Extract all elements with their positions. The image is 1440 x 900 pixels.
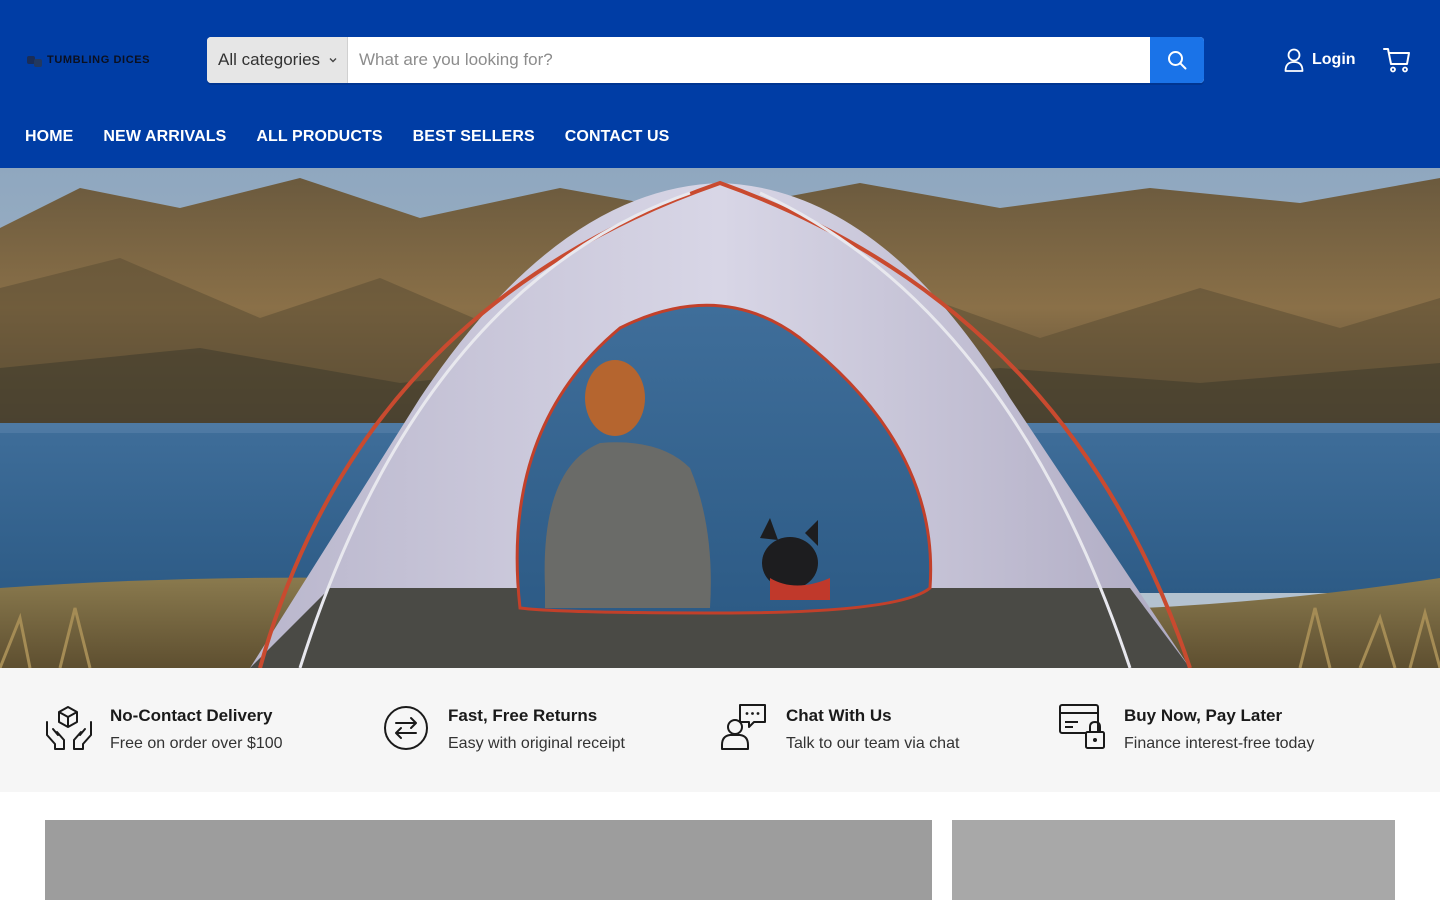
login-link[interactable]: Login bbox=[1284, 47, 1356, 73]
promo-image-small[interactable] bbox=[952, 820, 1395, 900]
nav-contact-us[interactable]: CONTACT US bbox=[565, 128, 670, 146]
category-select-value: All categories bbox=[218, 50, 321, 69]
logo-text: TUMBLING DICES bbox=[47, 54, 151, 66]
feature-fast-free-returns: Fast, Free Returns Easy with original re… bbox=[382, 702, 625, 753]
feature-title: No-Contact Delivery bbox=[110, 706, 273, 725]
feature-subtitle: Easy with original receipt bbox=[448, 735, 625, 752]
feature-title: Chat With Us bbox=[786, 706, 892, 725]
search-input[interactable] bbox=[348, 37, 1150, 83]
feature-title: Fast, Free Returns bbox=[448, 706, 598, 725]
nav-new-arrivals[interactable]: NEW ARRIVALS bbox=[103, 128, 226, 146]
feature-title: Buy Now, Pay Later bbox=[1124, 706, 1283, 725]
features-bar: No-Contact Delivery Free on order over $… bbox=[0, 668, 1440, 792]
hero-banner[interactable] bbox=[0, 168, 1440, 668]
nav-all-products[interactable]: ALL PRODUCTS bbox=[256, 128, 382, 146]
store-logo[interactable]: TUMBLING DICES bbox=[27, 50, 150, 70]
feature-no-contact-delivery: No-Contact Delivery Free on order over $… bbox=[44, 702, 283, 753]
user-icon bbox=[1284, 48, 1304, 72]
returns-arrows-icon bbox=[384, 706, 428, 750]
hero-image bbox=[0, 168, 1440, 668]
login-label: Login bbox=[1312, 51, 1356, 68]
nav-home[interactable]: HOME bbox=[25, 128, 73, 146]
category-select[interactable]: All categories bbox=[207, 37, 348, 83]
search-button[interactable] bbox=[1150, 37, 1204, 83]
cart-icon bbox=[1383, 48, 1410, 73]
search-icon bbox=[1168, 51, 1187, 70]
nav-best-sellers[interactable]: BEST SELLERS bbox=[413, 128, 535, 146]
feature-buy-now-pay-later: Buy Now, Pay Later Finance interest-free… bbox=[1058, 702, 1314, 753]
main-nav: HOME NEW ARRIVALS ALL PRODUCTS BEST SELL… bbox=[25, 128, 699, 146]
chevron-down-icon bbox=[329, 58, 337, 63]
search-bar: All categories bbox=[207, 37, 1204, 83]
promo-image-large[interactable] bbox=[45, 820, 932, 900]
site-header: TUMBLING DICES All categories Login HOME… bbox=[0, 0, 1440, 168]
card-lock-icon bbox=[1059, 704, 1105, 749]
dice-logo-icon bbox=[27, 53, 45, 67]
feature-subtitle: Finance interest-free today bbox=[1124, 735, 1315, 752]
feature-chat-with-us: Chat With Us Talk to our team via chat bbox=[720, 702, 959, 753]
feature-subtitle: Talk to our team via chat bbox=[786, 735, 960, 752]
cart-button[interactable] bbox=[1382, 45, 1412, 75]
delivery-box-hands-icon bbox=[46, 706, 92, 750]
feature-subtitle: Free on order over $100 bbox=[110, 735, 283, 752]
chat-person-icon bbox=[721, 704, 766, 750]
